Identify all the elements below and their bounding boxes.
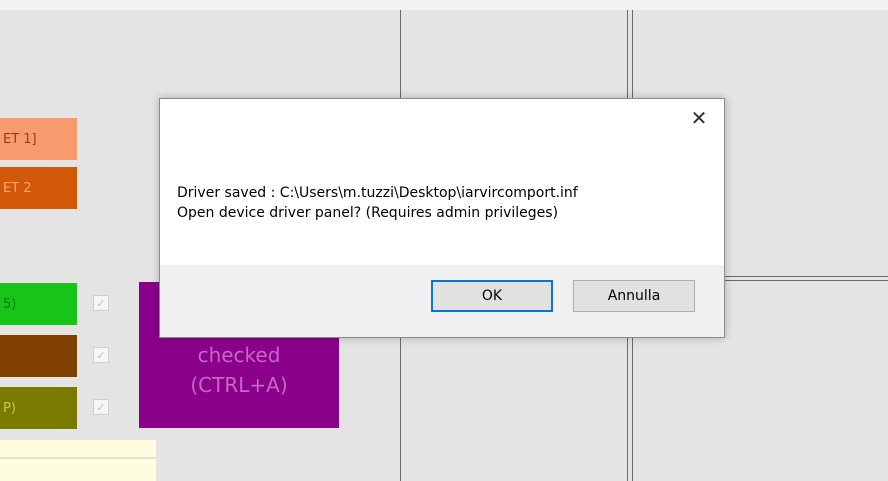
cancel-button[interactable]: Annulla bbox=[573, 280, 695, 312]
dialog-message: Driver saved : C:\Users\m.tuzzi\Desktop\… bbox=[177, 183, 707, 223]
checkbox[interactable]: ✓ bbox=[93, 347, 109, 363]
tag-olive[interactable]: P) bbox=[0, 387, 77, 429]
tag-set-1[interactable]: ET 1] bbox=[0, 118, 77, 160]
ok-button[interactable]: OK bbox=[431, 280, 553, 312]
panel-line-1: checked bbox=[197, 343, 281, 367]
check-icon: ✓ bbox=[96, 348, 106, 362]
check-icon: ✓ bbox=[96, 296, 106, 310]
pale-strip bbox=[0, 440, 156, 457]
pale-strip bbox=[0, 459, 156, 481]
close-icon: ✕ bbox=[690, 106, 708, 130]
message-line-1: Driver saved : C:\Users\m.tuzzi\Desktop\… bbox=[177, 185, 578, 201]
tag-green[interactable]: 5) bbox=[0, 283, 77, 325]
tag-label: 5) bbox=[3, 296, 17, 312]
tag-brown[interactable] bbox=[0, 335, 77, 377]
tag-label: ET 1] bbox=[3, 131, 37, 147]
tag-label: P) bbox=[3, 400, 16, 416]
dialog-footer: OK Annulla bbox=[160, 265, 724, 337]
divider bbox=[0, 457, 156, 458]
checkbox[interactable]: ✓ bbox=[93, 399, 109, 415]
panel-line-2: (CTRL+A) bbox=[190, 373, 288, 397]
top-strip bbox=[0, 0, 888, 10]
tag-label: ET 2 bbox=[3, 180, 32, 196]
close-button[interactable]: ✕ bbox=[688, 106, 710, 130]
message-line-2: Open device driver panel? (Requires admi… bbox=[177, 205, 559, 221]
message-dialog: ✕ Driver saved : C:\Users\m.tuzzi\Deskto… bbox=[159, 98, 725, 338]
tag-set-2[interactable]: ET 2 bbox=[0, 167, 77, 209]
checkbox[interactable]: ✓ bbox=[93, 295, 109, 311]
check-icon: ✓ bbox=[96, 400, 106, 414]
